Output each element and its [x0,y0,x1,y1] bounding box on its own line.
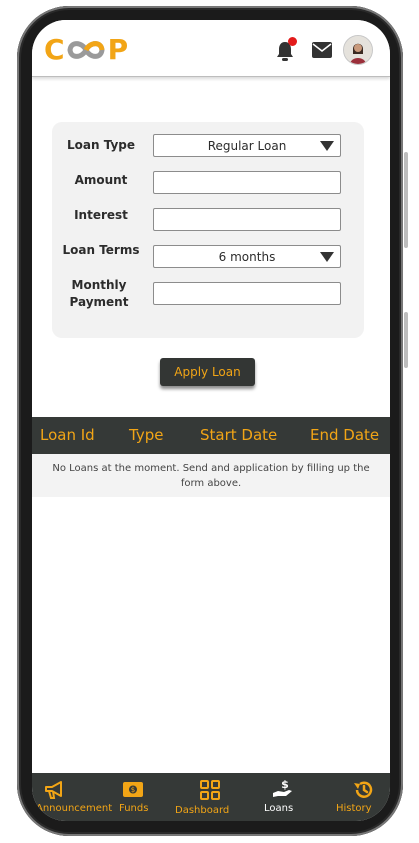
loan-terms-select[interactable]: 6 months [153,245,341,268]
monthly-payment-label-line1: Monthly [71,278,127,292]
nav-loans[interactable]: $ Loans [260,773,300,821]
megaphone-icon [45,781,62,799]
dropdown-caret-icon [320,141,334,151]
hand-money-icon: $ [273,778,292,797]
notification-badge [288,37,297,46]
interest-label: Interest [74,208,128,222]
app-screen: C P Loan Type Regular Loan Amount Intere… [32,20,390,821]
nav-label-history: History [336,803,372,814]
monthly-payment-label: Monthly Payment [50,277,148,311]
infinity-logo-icon [67,41,105,59]
svg-text:$: $ [131,786,135,794]
loan-terms-value: 6 months [218,249,276,264]
avatar[interactable] [343,35,373,65]
nav-dashboard[interactable]: Dashboard [172,773,242,821]
nav-label-funds: Funds [119,803,149,814]
interest-input[interactable] [153,208,341,231]
nav-label-announcement: Announcement [36,803,113,814]
nav-label-loans: Loans [264,803,294,814]
app-header: C P [32,20,390,77]
amount-input[interactable] [153,171,341,194]
column-header-loan-id[interactable]: Loan Id [40,417,95,454]
bottom-navigation: Announcement $ Funds Dashboard $ Loans H… [32,773,390,821]
phone-volume-button [404,152,408,248]
coop-logo[interactable]: C P [44,33,129,66]
dashboard-icon [200,780,220,800]
nav-label-dashboard: Dashboard [175,805,230,816]
logo-letter-p: P [107,33,129,66]
column-header-end-date[interactable]: End Date [310,417,379,454]
notifications-button[interactable] [275,37,297,62]
loan-type-value: Regular Loan [207,138,287,153]
loan-form: Loan Type Regular Loan Amount Interest L… [52,122,364,338]
amount-label: Amount [74,173,128,187]
svg-text:$: $ [281,778,289,791]
wallet-icon: $ [123,782,143,797]
monthly-payment-input[interactable] [153,282,341,305]
column-header-type[interactable]: Type [129,417,163,454]
logo-letter-c: C [44,33,65,66]
nav-history[interactable]: History [332,773,380,821]
column-header-start-date[interactable]: Start Date [200,417,277,454]
dropdown-caret-icon [320,252,334,262]
apply-loan-button[interactable]: Apply Loan [160,358,255,386]
messages-button[interactable] [312,42,332,58]
loan-terms-label: Loan Terms [62,243,140,257]
empty-message-text: No Loans at the moment. Send and applica… [52,462,370,489]
user-avatar-icon [344,36,372,64]
loan-type-select[interactable]: Regular Loan [153,134,341,157]
phone-power-button [404,312,408,368]
nav-funds[interactable]: $ Funds [118,773,158,821]
loans-table-header: Loan Id Type Start Date End Date [32,417,390,454]
monthly-payment-label-line2: Payment [69,295,129,309]
nav-announcement[interactable]: Announcement [32,773,118,821]
envelope-icon [312,42,332,58]
history-icon [354,781,373,798]
loan-type-label: Loan Type [66,138,136,152]
empty-table-message: No Loans at the moment. Send and applica… [32,454,390,497]
